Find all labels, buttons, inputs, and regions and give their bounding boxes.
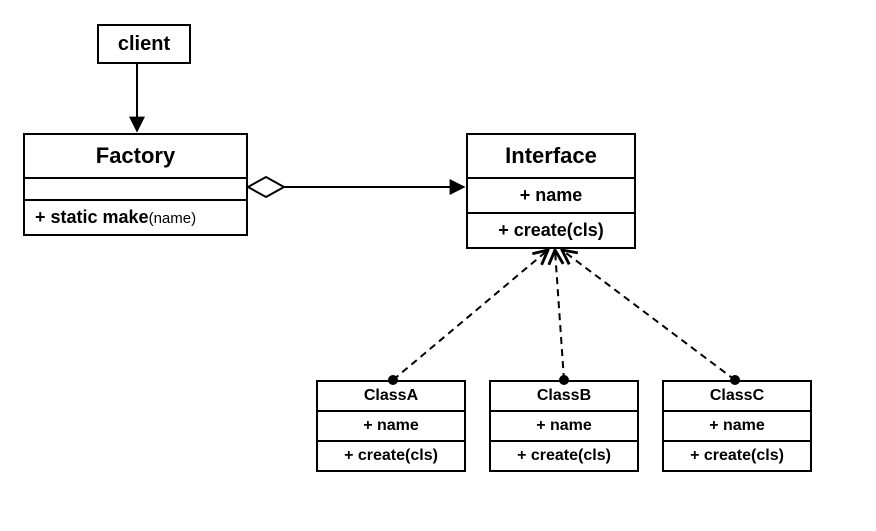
factory-title: Factory [25, 135, 246, 179]
classA-attr: + name [318, 412, 464, 442]
factory-method-row: + static make(name) [25, 201, 246, 234]
interface-title: Interface [468, 135, 634, 179]
classB-title: ClassB [491, 382, 637, 412]
classB-method: + create(cls) [491, 442, 637, 470]
classC-to-interface [562, 250, 735, 380]
classC-attr: + name [664, 412, 810, 442]
classB-class: ClassB + name + create(cls) [489, 380, 639, 472]
client-label: client [118, 33, 170, 56]
factory-class: Factory + static make(name) [23, 133, 248, 236]
classA-title: ClassA [318, 382, 464, 412]
classB-attr: + name [491, 412, 637, 442]
factory-empty-row [25, 179, 246, 201]
aggregation-diamond [248, 177, 284, 197]
interface-method: + create(cls) [468, 214, 634, 247]
classC-class: ClassC + name + create(cls) [662, 380, 812, 472]
interface-attr: + name [468, 179, 634, 214]
client-box: client [97, 24, 191, 64]
classA-to-interface [393, 250, 548, 380]
classC-method: + create(cls) [664, 442, 810, 470]
factory-method: + static make [35, 207, 149, 227]
classA-method: + create(cls) [318, 442, 464, 470]
factory-method-arg: (name) [149, 210, 197, 227]
interface-class: Interface + name + create(cls) [466, 133, 636, 249]
classC-title: ClassC [664, 382, 810, 412]
classB-to-interface [555, 250, 564, 380]
classA-class: ClassA + name + create(cls) [316, 380, 466, 472]
